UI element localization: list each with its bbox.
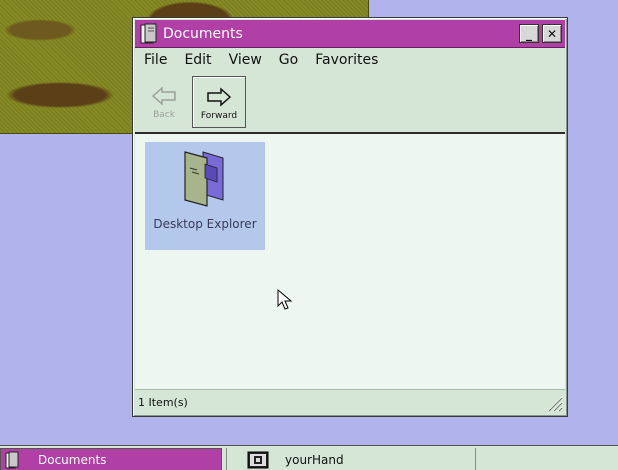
minimize-button[interactable]: _ [519, 24, 539, 43]
document-book-icon [140, 23, 157, 43]
forward-arrow-icon [207, 87, 232, 107]
folder-document-icon [184, 151, 224, 207]
status-text: 1 Item(s) [138, 395, 188, 409]
forward-button[interactable]: Forward [192, 76, 246, 128]
back-arrow-icon [151, 86, 176, 106]
back-button[interactable]: Back [137, 76, 191, 128]
file-item-desktop-explorer[interactable]: Desktop Explorer [145, 142, 265, 250]
terminal-icon [247, 451, 269, 468]
minimize-icon: _ [526, 26, 532, 41]
close-button[interactable]: ✕ [542, 24, 562, 43]
taskbar: Documents yourHand [0, 445, 618, 470]
menu-favorites[interactable]: Favorites [305, 52, 385, 68]
forward-label: Forward [200, 111, 238, 121]
taskbar-item-yourhand[interactable]: yourHand [226, 448, 476, 470]
back-label: Back [153, 110, 175, 120]
window-title: Documents [163, 25, 243, 42]
status-bar: 1 Item(s) [135, 390, 565, 414]
menu-go[interactable]: Go [269, 52, 305, 68]
resize-grip-icon[interactable] [545, 394, 563, 412]
menu-file[interactable]: File [135, 52, 174, 68]
menu-view[interactable]: View [219, 52, 269, 68]
file-item-label: Desktop Explorer [153, 217, 257, 231]
file-view[interactable]: Desktop Explorer [135, 132, 565, 390]
taskbar-label: Documents [38, 453, 107, 467]
mouse-cursor-icon [277, 288, 293, 310]
window-titlebar[interactable]: Documents _ ✕ [135, 20, 565, 48]
document-book-icon [5, 451, 19, 469]
toolbar: Back Forward [135, 74, 565, 130]
taskbar-label: yourHand [285, 452, 344, 467]
menu-edit[interactable]: Edit [174, 52, 218, 68]
menubar: File Edit View Go Favorites [135, 49, 565, 71]
documents-window: Documents _ ✕ File Edit View Go Favorite… [132, 17, 568, 417]
close-icon: ✕ [546, 26, 558, 41]
taskbar-item-documents[interactable]: Documents [0, 448, 222, 470]
